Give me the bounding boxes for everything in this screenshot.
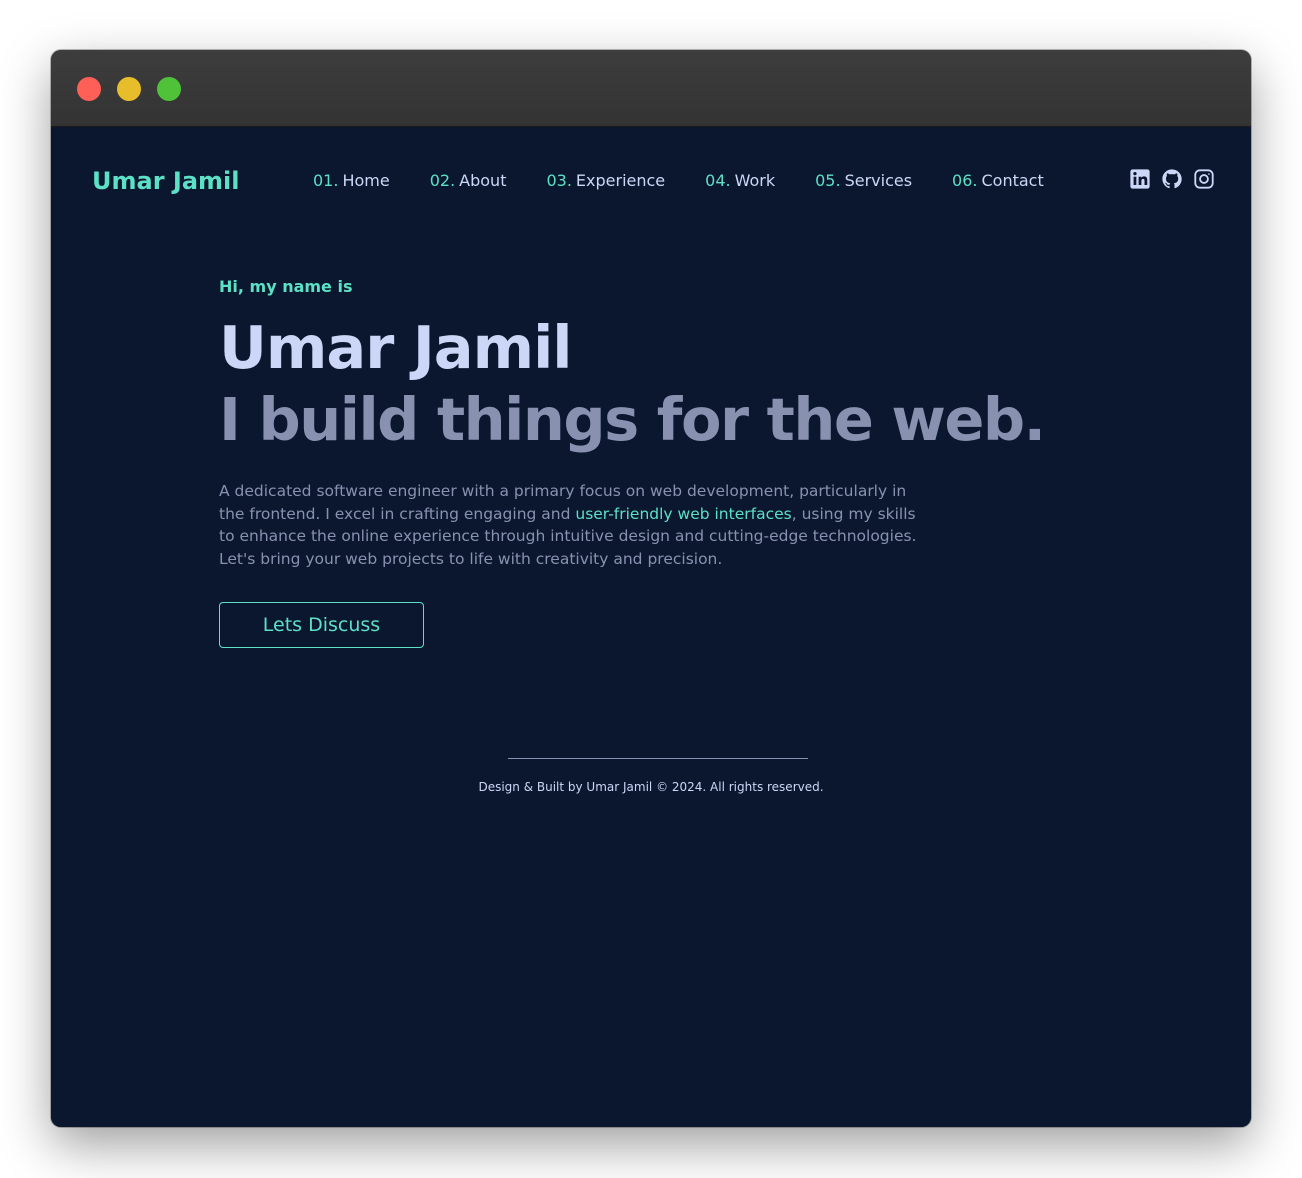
social-links — [1129, 168, 1215, 190]
nav-number: 02. — [429, 171, 456, 190]
nav-item-about[interactable]: 02. About — [430, 167, 507, 195]
main-nav: 01. Home 02. About 03. Experience 04. Work 0… — [313, 167, 1044, 195]
nav-number: 03. — [546, 171, 572, 190]
hero-description: A dedicated software engineer with a pri… — [219, 480, 919, 570]
nav-item-work[interactable]: 04. Work — [705, 167, 775, 195]
nav-label: Work — [734, 171, 776, 190]
nav-label: Services — [844, 171, 913, 190]
description-highlight: user-friendly web interfaces — [575, 504, 792, 523]
close-window-button[interactable] — [77, 77, 101, 101]
footer-text: Design & Built by Umar Jamil © 2024. All… — [478, 780, 824, 794]
nav-label: Contact — [981, 171, 1044, 190]
lets-discuss-button[interactable]: Lets Discuss — [219, 602, 424, 648]
hero-tagline: I build things for the web. — [219, 385, 1046, 454]
window-titlebar — [51, 50, 1251, 127]
footer-divider — [508, 758, 808, 759]
nav-number: 05. — [815, 171, 841, 190]
nav-item-services[interactable]: 05. Services — [815, 167, 912, 195]
github-icon[interactable] — [1161, 168, 1183, 190]
hero-greeting: Hi, my name is — [219, 277, 353, 296]
linkedin-icon[interactable] — [1129, 168, 1151, 190]
hero-section: Hi, my name is Umar Jamil I build things… — [219, 274, 1046, 648]
nav-number: 01. — [313, 171, 339, 190]
nav-label: Home — [342, 171, 390, 190]
nav-label: Experience — [575, 171, 666, 190]
nav-label: About — [459, 171, 507, 190]
site-logo[interactable]: Umar Jamil — [92, 165, 239, 197]
page-content: Umar Jamil 01. Home 02. About 03. Experienc… — [51, 127, 1251, 1127]
nav-number: 04. — [705, 171, 731, 190]
minimize-window-button[interactable] — [117, 77, 141, 101]
nav-item-contact[interactable]: 06. Contact — [952, 167, 1044, 195]
hero-name: Umar Jamil — [219, 313, 573, 382]
nav-number: 06. — [952, 171, 978, 190]
browser-window: Umar Jamil 01. Home 02. About 03. Experienc… — [51, 50, 1251, 1127]
nav-item-home[interactable]: 01. Home — [313, 167, 390, 195]
nav-item-experience[interactable]: 03. Experience — [546, 167, 665, 195]
maximize-window-button[interactable] — [157, 77, 181, 101]
instagram-icon[interactable] — [1193, 168, 1215, 190]
